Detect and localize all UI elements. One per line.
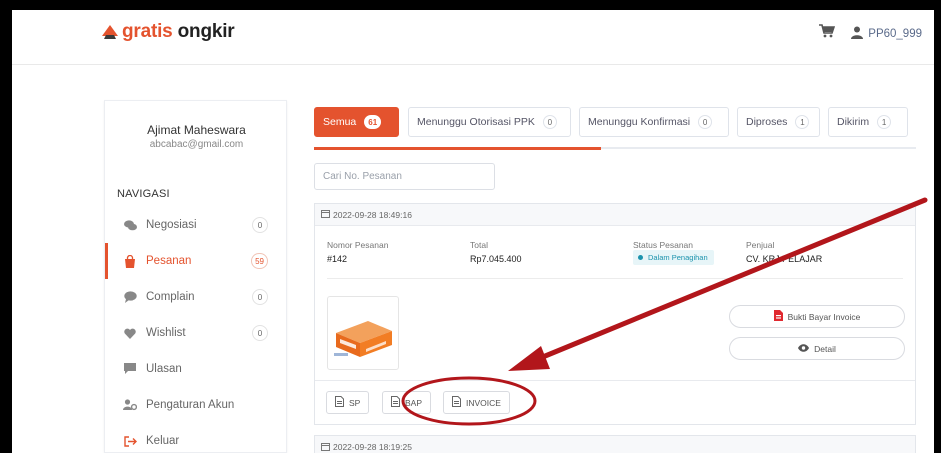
sidebar-item-ulasan[interactable]: Ulasan — [105, 351, 288, 387]
order-card: 2022-09-28 18:49:16 Nomor Pesanan #142 T… — [314, 203, 916, 425]
order-total-label: Total — [470, 240, 488, 250]
chat-icon — [123, 218, 137, 232]
seller-name: CV. KRJ PELAJAR — [746, 254, 823, 264]
user-menu[interactable]: PP60_999 — [851, 26, 922, 42]
calendar-icon — [321, 209, 330, 220]
sidebar-item-label: Negosiasi — [146, 219, 197, 231]
detail-button[interactable]: Detail — [729, 337, 905, 360]
top-header: gratis ongkir PP60_999 — [12, 10, 934, 65]
tab-active-indicator — [314, 147, 601, 150]
order-status-label: Status Pesanan — [633, 240, 694, 250]
tab-count-badge: 1 — [795, 115, 810, 129]
eye-icon — [798, 343, 810, 354]
next-order-card: 2022-09-28 18:19:25 — [314, 435, 916, 453]
logo-text-suffix: ongkir — [177, 21, 235, 42]
sidebar-item-pesanan[interactable]: Pesanan 59 — [105, 243, 288, 279]
status-badge: Dalam Penagihan — [633, 250, 714, 265]
tab-menunggu-konfirmasi[interactable]: Menunggu Konfirmasi 0 — [579, 107, 729, 137]
logo[interactable]: gratis ongkir — [100, 20, 235, 44]
cart-icon[interactable] — [819, 24, 836, 43]
count-badge: 59 — [251, 253, 268, 269]
pdf-file-icon — [773, 310, 783, 323]
order-date-bar: 2022-09-28 18:49:16 — [315, 204, 915, 226]
next-order-date: 2022-09-28 18:19:25 — [333, 442, 412, 452]
sidebar-item-label: Pengaturan Akun — [146, 399, 235, 411]
user-settings-icon — [123, 398, 137, 412]
sidebar-item-negosiasi[interactable]: Negosiasi 0 — [105, 207, 288, 243]
tab-semua[interactable]: Semua 61 — [314, 107, 399, 137]
sidebar-item-label: Keluar — [146, 435, 180, 447]
order-number: #142 — [327, 254, 348, 264]
bap-document-button[interactable]: BAP — [382, 391, 432, 414]
document-icon — [452, 396, 461, 409]
order-date: 2022-09-28 18:49:16 — [333, 209, 412, 220]
comment-icon — [123, 290, 137, 304]
sidebar-item-pengaturan-akun[interactable]: Pengaturan Akun — [105, 387, 288, 423]
order-search-input[interactable] — [314, 163, 495, 190]
status-dot-icon — [638, 255, 643, 260]
sidebar-item-label: Complain — [146, 291, 195, 303]
sidebar-item-label: Wishlist — [146, 327, 186, 339]
tab-diproses[interactable]: Diproses 1 — [737, 107, 820, 137]
sp-document-button[interactable]: SP — [326, 391, 370, 414]
count-badge: 0 — [252, 217, 268, 233]
sidebar: Ajimat Maheswara abcabac@gmail.com NAVIG… — [104, 100, 287, 453]
logo-mark-icon — [100, 22, 120, 42]
username: PP60_999 — [868, 27, 922, 40]
invoice-document-button[interactable]: INVOICE — [443, 391, 510, 414]
shopping-bag-icon — [123, 254, 137, 268]
count-badge: 0 — [252, 289, 268, 305]
logout-icon — [123, 434, 137, 448]
sidebar-item-keluar[interactable]: Keluar — [105, 423, 288, 453]
app-window: gratis ongkir PP60_999 Ajimat Maheswara … — [12, 10, 934, 453]
order-number-label: Nomor Pesanan — [327, 240, 389, 250]
logo-text-prefix: gratis — [122, 21, 173, 42]
tab-dikirim[interactable]: Dikirim 1 — [828, 107, 908, 137]
tab-count-badge: 0 — [698, 115, 713, 129]
count-badge: 0 — [252, 325, 268, 341]
document-buttons-row: SP BAP INVOICE — [315, 380, 915, 424]
heart-icon — [123, 326, 137, 340]
profile-name: Ajimat Maheswara — [147, 123, 246, 137]
seller-label: Penjual — [746, 240, 775, 250]
card-divider — [327, 278, 903, 279]
tab-count-badge: 0 — [542, 115, 557, 129]
sidebar-item-wishlist[interactable]: Wishlist 0 — [105, 315, 288, 351]
product-image[interactable] — [327, 296, 399, 370]
document-icon — [335, 396, 344, 409]
sidebar-item-label: Pesanan — [146, 255, 192, 267]
sidebar-item-complain[interactable]: Complain 0 — [105, 279, 288, 315]
tab-count-badge: 1 — [877, 115, 892, 129]
tab-count-badge: 61 — [364, 115, 382, 129]
message-square-icon — [123, 362, 137, 376]
order-total: Rp7.045.400 — [470, 254, 522, 264]
invoice-payment-proof-button[interactable]: Bukti Bayar Invoice — [729, 305, 905, 328]
sidebar-item-label: Ulasan — [146, 363, 182, 375]
calendar-icon — [321, 442, 330, 453]
nav-title: NAVIGASI — [117, 188, 170, 200]
user-icon — [851, 26, 864, 42]
tab-menunggu-otorisasi-ppk[interactable]: Menunggu Otorisasi PPK 0 — [408, 107, 571, 137]
document-icon — [391, 396, 400, 409]
profile-email: abcabac@gmail.com — [149, 139, 244, 150]
